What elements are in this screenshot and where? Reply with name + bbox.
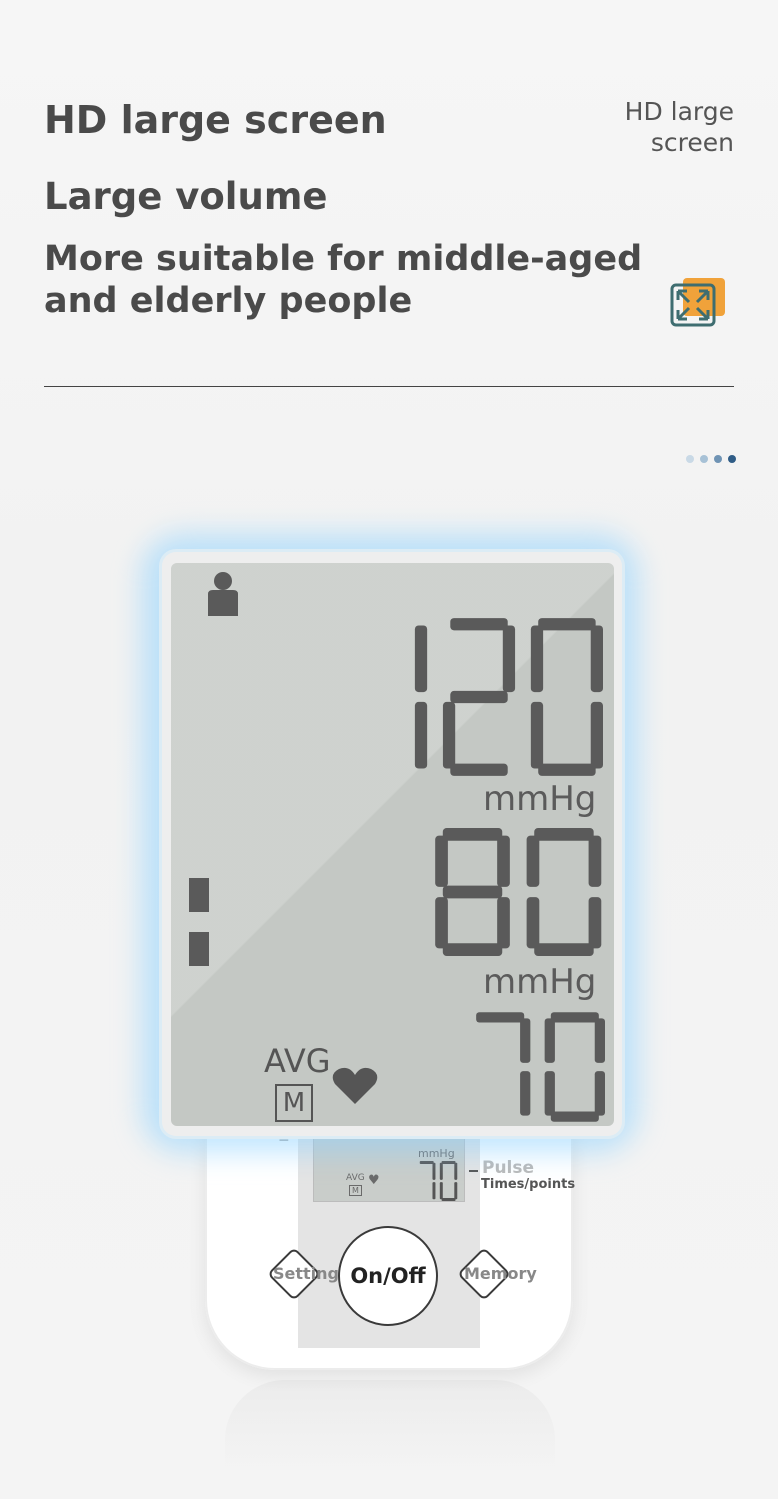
- digit-segment: [432, 1182, 436, 1200]
- section-divider: [44, 386, 734, 387]
- digit-segment: [442, 885, 503, 899]
- pulse-callout-dash: [469, 1170, 478, 1172]
- digit-segment: [588, 897, 602, 949]
- memory-label: Memory: [464, 1264, 537, 1283]
- pulse-label: Pulse: [482, 1158, 535, 1178]
- digit-segment: [520, 1071, 531, 1116]
- digit-segment: [435, 897, 448, 949]
- digit-segment: [441, 1161, 456, 1164]
- digit-segment: [534, 828, 594, 841]
- digit-segment: [544, 1071, 555, 1116]
- digit-segment: [550, 1012, 599, 1023]
- digit-segment: [454, 1182, 458, 1200]
- small-pulse-digits: [419, 1161, 458, 1201]
- digit-segment: [439, 1182, 443, 1200]
- pager-dot[interactable]: [728, 455, 736, 463]
- expand-screen-icon: [670, 278, 725, 327]
- digit-segment: [454, 1162, 458, 1180]
- digit-segment: [442, 701, 456, 769]
- digit-segment: [530, 701, 544, 769]
- pager-dot[interactable]: [714, 455, 722, 463]
- headline-large-volume: Large volume: [44, 175, 328, 218]
- systolic-unit: mmHg: [483, 779, 597, 819]
- corner-feature-label: HD large screen: [624, 97, 734, 157]
- digit-segment: [439, 1162, 443, 1180]
- on-off-label: On/Off: [350, 1264, 426, 1288]
- digit-segment: [442, 943, 503, 956]
- digit-segment: [526, 835, 540, 887]
- heart-icon: [332, 1067, 378, 1104]
- systolic-digits: [414, 618, 603, 776]
- digit-segment: [476, 1012, 525, 1023]
- digit-segment: [497, 835, 510, 887]
- digit-segment: [544, 1018, 555, 1063]
- diastolic-digits: [435, 828, 602, 956]
- diastolic-unit: mmHg: [483, 962, 597, 1002]
- digit-segment: [450, 690, 508, 704]
- digit-segment: [526, 897, 540, 949]
- digit-segment: [441, 1198, 456, 1201]
- digit-segment: [414, 701, 428, 769]
- digit-segment: [502, 625, 516, 693]
- memory-indicator: M: [275, 1084, 313, 1122]
- user-icon: [208, 572, 238, 616]
- small-heart-icon: ♥: [368, 1173, 380, 1188]
- headline-suitability: More suitable for middle-aged and elderl…: [44, 239, 643, 321]
- digit-segment: [594, 1071, 605, 1116]
- digit-segment: [538, 763, 596, 776]
- digit-segment: [588, 835, 602, 887]
- pulse-sublabel: Times/points: [481, 1177, 576, 1192]
- on-off-button[interactable]: On/Off: [338, 1226, 438, 1326]
- digit-segment: [530, 625, 544, 693]
- digit-segment: [419, 1161, 434, 1164]
- digit-segment: [590, 701, 603, 769]
- digit-segment: [414, 625, 428, 693]
- pager-dot[interactable]: [686, 455, 694, 463]
- digit-segment: [497, 897, 510, 949]
- pulse-digits: [476, 1012, 605, 1122]
- headline-hd-screen: HD large screen: [44, 98, 387, 142]
- level-bars-icon: [189, 878, 209, 966]
- digit-segment: [550, 1111, 599, 1122]
- digit-segment: [442, 828, 503, 841]
- device-reflection: [225, 1380, 555, 1470]
- digit-segment: [450, 763, 508, 776]
- digit-segment: [450, 618, 508, 631]
- digit-segment: [432, 1162, 436, 1180]
- digit-segment: [520, 1018, 531, 1063]
- digit-segment: [534, 943, 594, 956]
- digit-segment: [594, 1018, 605, 1063]
- digit-segment: [435, 835, 448, 887]
- avg-label: AVG: [264, 1042, 331, 1080]
- digit-segment: [590, 625, 603, 693]
- pager-dots[interactable]: [686, 455, 736, 463]
- small-m: M: [349, 1185, 362, 1196]
- pager-dot[interactable]: [700, 455, 708, 463]
- small-avg: AVG: [346, 1173, 365, 1183]
- digit-segment: [538, 618, 596, 631]
